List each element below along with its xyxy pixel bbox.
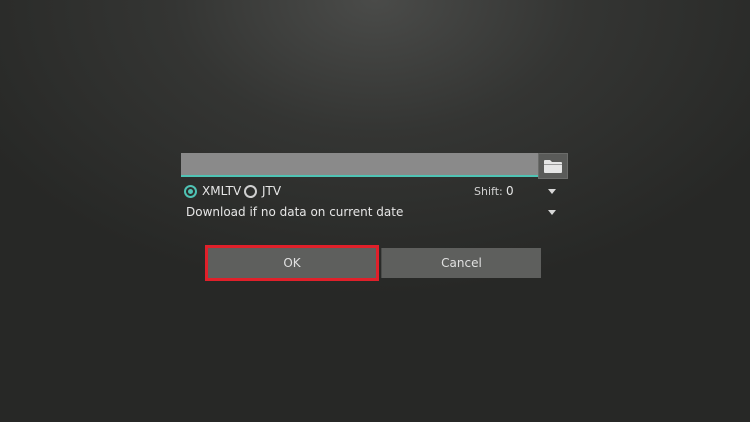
download-policy-select[interactable]: Download if no data on current date: [184, 204, 560, 222]
shift-select[interactable]: 0: [504, 183, 560, 201]
browse-folder-button[interactable]: [538, 153, 568, 179]
cancel-button[interactable]: Cancel: [381, 248, 541, 278]
source-url-row: [181, 153, 569, 179]
caret-down-icon: [548, 189, 556, 194]
folder-icon: [544, 160, 562, 173]
radio-jtv-indicator: [244, 184, 257, 198]
radio-xmltv[interactable]: XMLTV: [184, 184, 241, 198]
shift-label: Shift:: [474, 185, 503, 198]
source-url-input[interactable]: [181, 153, 539, 177]
radio-jtv-label: JTV: [262, 184, 282, 198]
radio-xmltv-label: XMLTV: [202, 184, 242, 198]
epg-source-dialog: XMLTV JTV Shift: 0 Download if no data o…: [0, 0, 750, 422]
dialog-buttons: OK Cancel: [205, 245, 545, 281]
format-options-row: XMLTV JTV Shift: 0: [184, 184, 560, 202]
download-policy-value: Download if no data on current date: [186, 205, 404, 219]
ok-button[interactable]: OK: [205, 245, 379, 281]
caret-down-icon: [548, 210, 556, 215]
radio-jtv[interactable]: JTV: [244, 184, 281, 198]
radio-xmltv-indicator: [184, 184, 197, 198]
shift-value: 0: [506, 184, 514, 198]
